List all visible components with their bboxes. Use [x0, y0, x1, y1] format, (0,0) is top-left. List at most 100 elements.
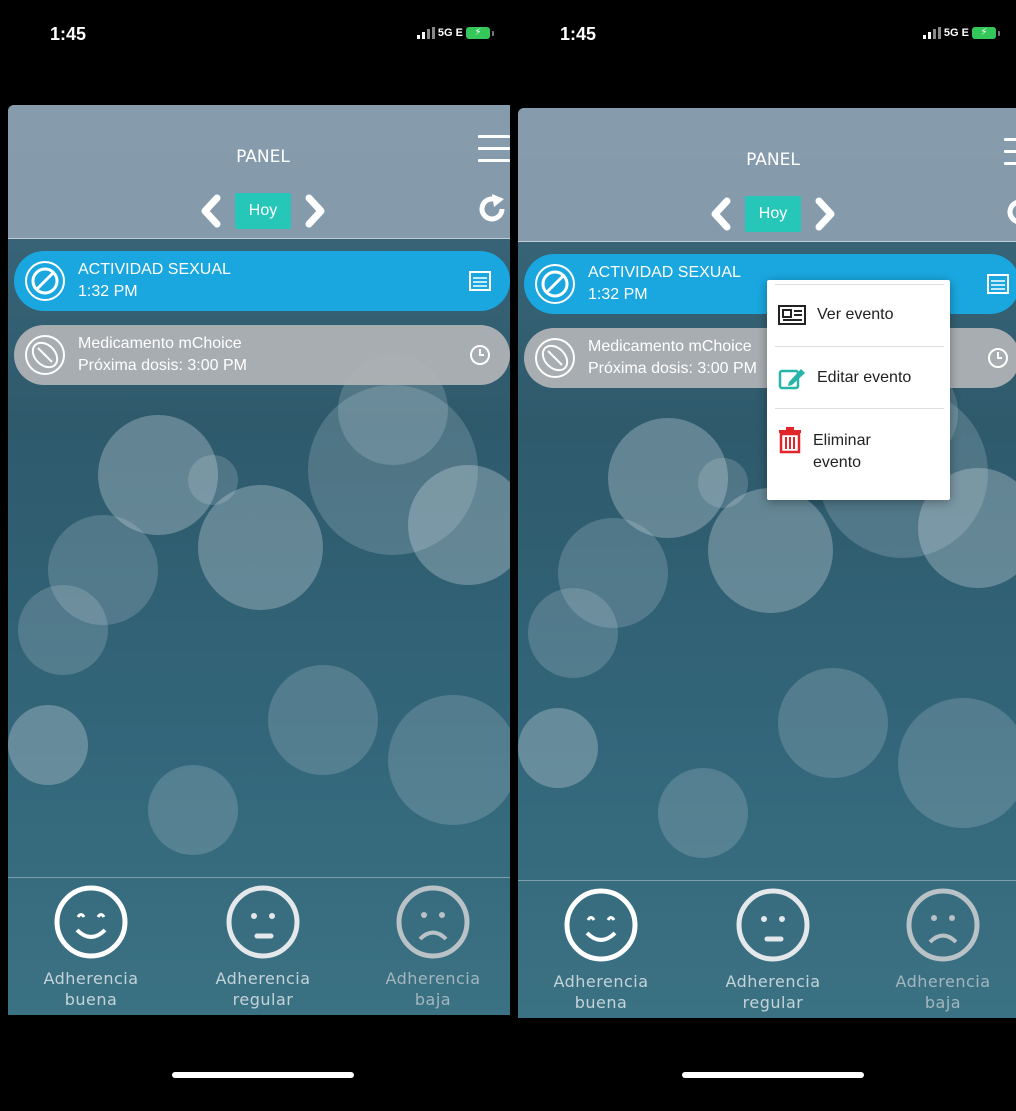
event-item-sexual-activity[interactable]: ACTIVIDAD SEXUAL 1:32 PM — [14, 251, 510, 311]
chevron-left-icon[interactable] — [197, 194, 225, 228]
chevron-right-icon[interactable] — [811, 197, 839, 231]
adherence-regular-label: Adherencia regular — [188, 968, 338, 1010]
status-indicators: 5G E ⚡ — [416, 27, 494, 39]
pill-icon — [535, 338, 575, 378]
no-symbol-icon — [25, 261, 65, 301]
sad-face-icon — [906, 888, 980, 962]
refresh-icon[interactable] — [1004, 196, 1016, 228]
event-text: ACTIVIDAD SEXUAL 1:32 PM — [78, 259, 231, 303]
home-indicator[interactable] — [682, 1072, 864, 1078]
event-title: Medicamento mChoice — [588, 338, 752, 355]
menu-divider — [775, 408, 944, 409]
label-line: Adherencia — [385, 969, 481, 988]
event-next-dose: Próxima dosis: 3:00 PM — [78, 357, 247, 374]
chevron-right-icon[interactable] — [301, 194, 329, 228]
label-line: Eliminar — [813, 432, 871, 449]
adherence-good-button[interactable]: Adherencia buena — [526, 887, 676, 1013]
chevron-left-icon[interactable] — [707, 197, 735, 231]
edit-pencil-icon — [778, 369, 805, 390]
date-navigation: Hoy — [518, 194, 1016, 234]
adherence-regular-button[interactable]: Adherencia regular — [188, 884, 338, 1010]
today-button[interactable]: Hoy — [234, 193, 292, 229]
event-context-menu: Ver evento Editar evento Eliminar evento — [767, 280, 950, 500]
label-line: Adherencia — [215, 969, 311, 988]
trash-icon — [779, 427, 801, 454]
battery-icon: ⚡ — [972, 27, 1000, 39]
delete-event-label: Eliminar evento — [813, 430, 871, 474]
status-indicators: 5G E ⚡ — [922, 27, 1000, 39]
edit-event-menu-item[interactable]: Editar evento — [777, 366, 944, 390]
newspaper-icon — [778, 305, 806, 325]
hamburger-menu-icon[interactable] — [478, 135, 510, 165]
phone-screen-left: 1:45 5G E ⚡ PANEL Hoy ACTIVIDAD SEXUAL 1… — [0, 0, 510, 1111]
pill-icon — [25, 335, 65, 375]
view-event-menu-item[interactable]: Ver evento — [777, 304, 944, 326]
label-line: baja — [924, 993, 962, 1012]
adherence-footer: Adherencia buena Adherencia regular Adhe… — [8, 877, 510, 1015]
label-line: regular — [742, 993, 804, 1012]
note-icon[interactable] — [986, 272, 1010, 296]
app-screen: PANEL Hoy ACTIVIDAD SEXUAL 1:32 PM Medic… — [8, 105, 510, 1015]
happy-face-icon — [54, 885, 128, 959]
menu-divider — [775, 284, 944, 285]
neutral-face-icon — [736, 888, 810, 962]
app-header: PANEL Hoy — [518, 108, 1016, 242]
label-line: Adherencia — [553, 972, 649, 991]
event-title: Medicamento mChoice — [78, 335, 242, 352]
today-button[interactable]: Hoy — [744, 196, 802, 232]
event-next-dose: Próxima dosis: 3:00 PM — [588, 360, 757, 377]
network-label: 5G E — [437, 27, 463, 39]
label-line: buena — [574, 993, 628, 1012]
label-line: Adherencia — [895, 972, 991, 991]
adherence-low-label: Adherencia baja — [868, 971, 1016, 1013]
view-event-label: Ver evento — [817, 306, 894, 323]
refresh-icon[interactable] — [476, 193, 508, 225]
adherence-footer: Adherencia buena Adherencia regular Adhe… — [518, 880, 1016, 1018]
status-bar: 1:45 5G E ⚡ — [510, 0, 1016, 105]
home-indicator[interactable] — [172, 1072, 354, 1078]
edit-event-label: Editar evento — [817, 369, 912, 386]
status-bar: 1:45 5G E ⚡ — [0, 0, 510, 105]
clock-icon[interactable] — [468, 343, 492, 367]
event-text: Medicamento mChoice Próxima dosis: 3:00 … — [78, 333, 247, 377]
event-item-medication[interactable]: Medicamento mChoice Próxima dosis: 3:00 … — [14, 325, 510, 385]
event-title: ACTIVIDAD SEXUAL — [588, 264, 741, 281]
app-header: PANEL Hoy — [8, 105, 510, 239]
adherence-low-button[interactable]: Adherencia baja — [358, 884, 508, 1010]
event-title: ACTIVIDAD SEXUAL — [78, 261, 231, 278]
menu-divider — [775, 346, 944, 347]
happy-face-icon — [564, 888, 638, 962]
event-time: 1:32 PM — [78, 283, 138, 300]
neutral-face-icon — [226, 885, 300, 959]
adherence-regular-button[interactable]: Adherencia regular — [698, 887, 848, 1013]
clock-icon[interactable] — [986, 346, 1010, 370]
phone-screen-right: 1:45 5G E ⚡ PANEL Hoy ACTIVIDAD SEXUAL 1… — [510, 0, 1016, 1111]
label-line: regular — [232, 990, 294, 1009]
note-icon[interactable] — [468, 269, 492, 293]
label-line: baja — [414, 990, 452, 1009]
signal-icon — [416, 27, 435, 39]
event-time: 1:32 PM — [588, 286, 648, 303]
delete-event-menu-item[interactable]: Eliminar evento — [777, 426, 944, 474]
adherence-low-button[interactable]: Adherencia baja — [868, 887, 1016, 1013]
adherence-good-label: Adherencia buena — [16, 968, 166, 1010]
sad-face-icon — [396, 885, 470, 959]
status-time: 1:45 — [560, 24, 597, 44]
hamburger-menu-icon[interactable] — [1004, 138, 1016, 168]
adherence-regular-label: Adherencia regular — [698, 971, 848, 1013]
adherence-good-label: Adherencia buena — [526, 971, 676, 1013]
status-time: 1:45 — [50, 24, 87, 44]
adherence-low-label: Adherencia baja — [358, 968, 508, 1010]
label-line: Adherencia — [43, 969, 139, 988]
label-line: Adherencia — [725, 972, 821, 991]
app-screen: PANEL Hoy ACTIVIDAD SEXUAL 1:32 PM Medic… — [518, 108, 1016, 1018]
event-text: Medicamento mChoice Próxima dosis: 3:00 … — [588, 336, 757, 380]
battery-icon: ⚡ — [466, 27, 494, 39]
date-navigation: Hoy — [8, 191, 510, 231]
network-label: 5G E — [943, 27, 969, 39]
page-title: PANEL — [746, 150, 800, 170]
label-line: evento — [813, 454, 862, 471]
adherence-good-button[interactable]: Adherencia buena — [16, 884, 166, 1010]
signal-icon — [922, 27, 941, 39]
event-text: ACTIVIDAD SEXUAL 1:32 PM — [588, 262, 741, 306]
